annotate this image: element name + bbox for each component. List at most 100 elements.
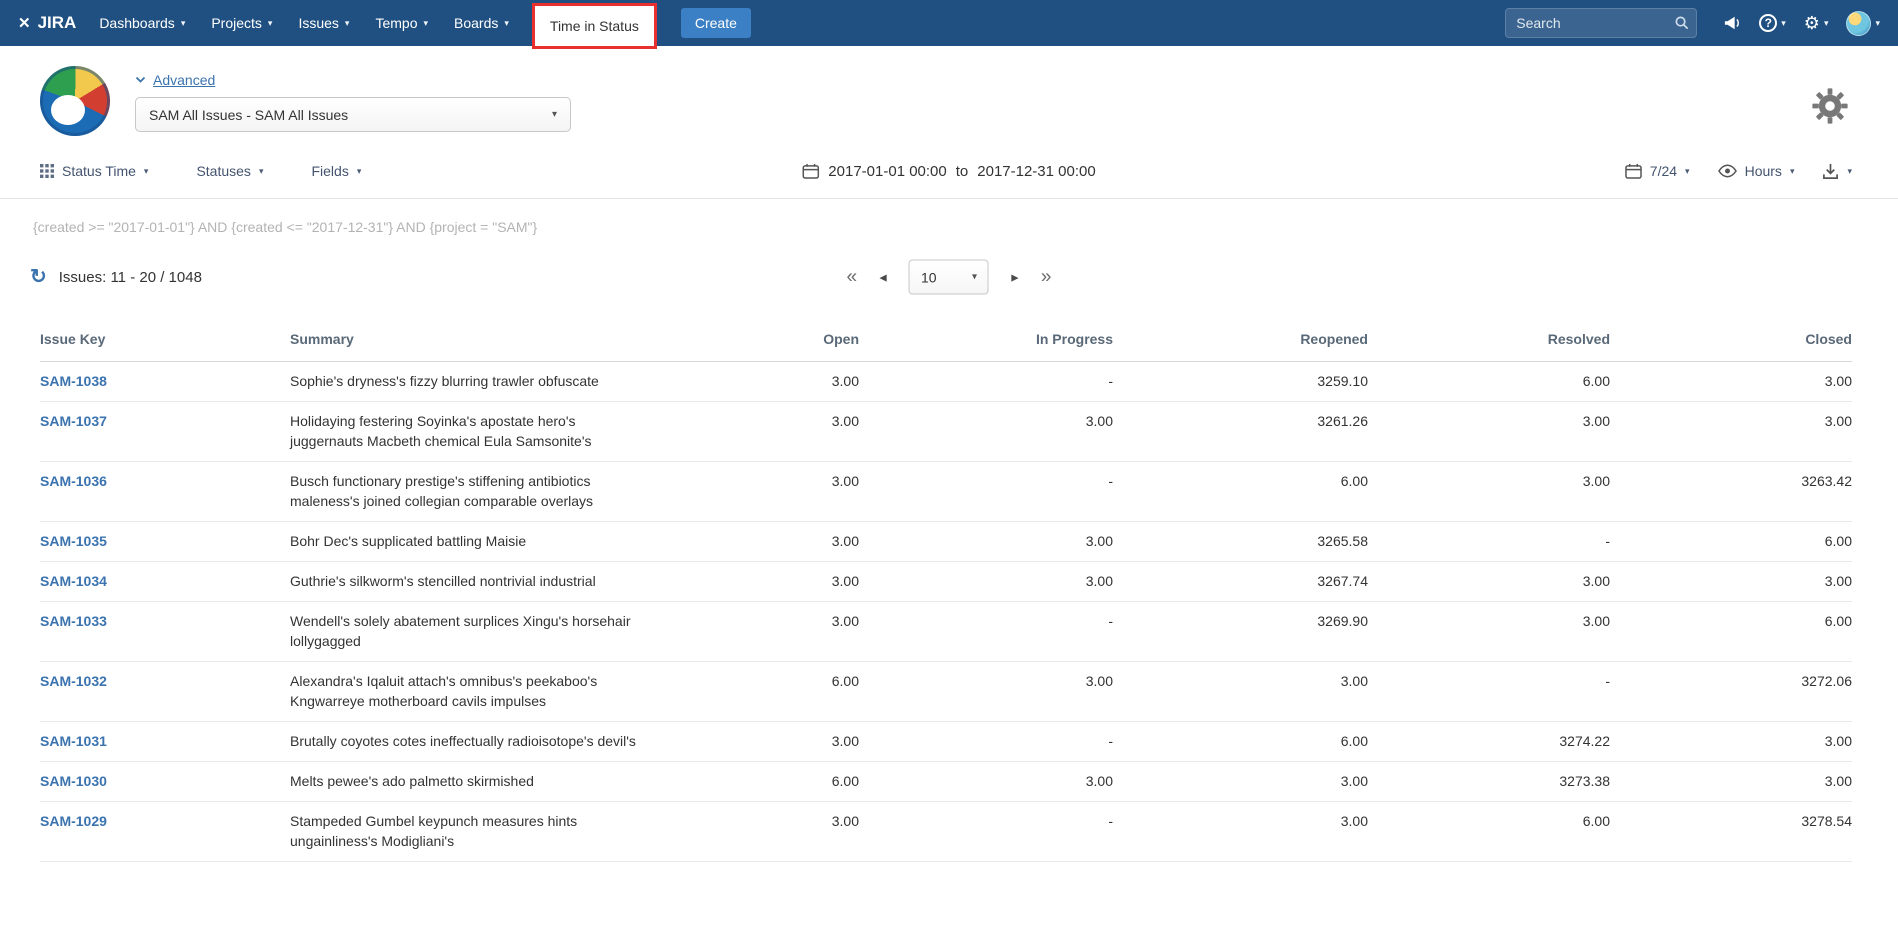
nav-issues[interactable]: Issues▾: [285, 0, 362, 46]
cell-reopened: 3.00: [1113, 662, 1368, 722]
table-row: SAM-1029 Stampeded Gumbel keypunch measu…: [40, 802, 1852, 862]
chevron-down-icon: ▾: [1847, 166, 1852, 177]
admin-menu[interactable]: ⚙ ▾: [1804, 13, 1829, 34]
filter-select[interactable]: SAM All Issues - SAM All Issues ▾: [135, 97, 571, 132]
cell-open: 3.00: [710, 802, 859, 862]
page-size-value: 10: [921, 269, 937, 285]
cell-in-progress: -: [859, 362, 1113, 402]
chevron-down-icon: ▾: [357, 166, 362, 177]
cell-closed: 3.00: [1610, 362, 1852, 402]
date-range[interactable]: 2017-01-01 00:00 to 2017-12-31 00:00: [802, 163, 1095, 180]
settings-gear-icon[interactable]: [1810, 86, 1850, 131]
nav-time-in-status[interactable]: Time in Status: [535, 6, 654, 46]
filter-header: Advanced SAM All Issues - SAM All Issues…: [0, 46, 1898, 144]
jql-query: {created >= "2017-01-01"} AND {created <…: [0, 199, 1898, 235]
page-size-select[interactable]: 10 ▾: [909, 260, 989, 295]
table-row: SAM-1036 Busch functionary prestige's st…: [40, 462, 1852, 522]
cell-reopened: 3265.58: [1113, 522, 1368, 562]
cell-closed: 3.00: [1610, 402, 1852, 462]
nav-tempo[interactable]: Tempo▾: [362, 0, 441, 46]
cell-closed: 3272.06: [1610, 662, 1852, 722]
chevron-down-icon: ▾: [259, 166, 264, 177]
issues-table-body: SAM-1038 Sophie's dryness's fizzy blurri…: [40, 362, 1852, 862]
cell-reopened: 3267.74: [1113, 562, 1368, 602]
cell-resolved: 3.00: [1368, 462, 1610, 522]
avatar: [1846, 11, 1871, 36]
issue-key-link[interactable]: SAM-1034: [40, 573, 107, 589]
jira-logo[interactable]: ✕ JIRA: [18, 13, 76, 33]
export-dropdown[interactable]: ▾: [1822, 163, 1852, 180]
jira-logo-icon: ✕: [18, 16, 31, 31]
cell-open: 3.00: [710, 402, 859, 462]
fields-dropdown[interactable]: Fields ▾: [311, 163, 361, 179]
issue-key-link[interactable]: SAM-1029: [40, 813, 107, 829]
table-row: SAM-1033 Wendell's solely abatement surp…: [40, 602, 1852, 662]
nav-boards-label: Boards: [454, 15, 498, 31]
calendar-mode-label: 7/24: [1650, 163, 1677, 179]
issue-key-link[interactable]: SAM-1038: [40, 373, 107, 389]
calendar-mode-dropdown[interactable]: 7/24 ▾: [1625, 163, 1690, 179]
last-page-button[interactable]: »: [1041, 268, 1052, 287]
chevron-down-icon: ▾: [268, 18, 273, 29]
issue-summary: Stampeded Gumbel keypunch measures hints…: [290, 802, 710, 862]
chevron-down-icon: ▾: [552, 109, 557, 120]
column-header-in-progress: In Progress: [859, 321, 1113, 362]
next-page-button[interactable]: ►: [1009, 271, 1021, 283]
help-menu[interactable]: ? ▾: [1759, 14, 1786, 32]
nav-dashboards-label: Dashboards: [99, 15, 175, 31]
issue-key-link[interactable]: SAM-1037: [40, 413, 107, 429]
calendar-icon: [1625, 163, 1642, 179]
search-icon[interactable]: [1674, 15, 1689, 35]
eye-icon: [1718, 164, 1737, 178]
page: ✕ JIRA Dashboards▾ Projects▾ Issues▾ Tem…: [0, 0, 1898, 862]
filter-select-value: SAM All Issues - SAM All Issues: [149, 107, 348, 123]
prev-page-button[interactable]: ◄: [877, 271, 889, 283]
cell-open: 3.00: [710, 362, 859, 402]
issue-summary: Busch functionary prestige's stiffening …: [290, 462, 710, 522]
app-logo: [40, 66, 110, 136]
first-page-button[interactable]: «: [847, 268, 858, 287]
table-row: SAM-1032 Alexandra's Iqaluit attach's om…: [40, 662, 1852, 722]
issue-summary: Bohr Dec's supplicated battling Maisie: [290, 522, 710, 562]
advanced-link[interactable]: Advanced: [135, 72, 571, 88]
refresh-icon[interactable]: ↻: [30, 267, 47, 287]
cell-resolved: 3.00: [1368, 562, 1610, 602]
nav-projects[interactable]: Projects▾: [198, 0, 285, 46]
column-header-summary: Summary: [290, 321, 710, 362]
cell-closed: 6.00: [1610, 522, 1852, 562]
table-row: SAM-1031 Brutally coyotes cotes ineffect…: [40, 722, 1852, 762]
issue-key-link[interactable]: SAM-1035: [40, 533, 107, 549]
cell-resolved: 3.00: [1368, 602, 1610, 662]
megaphone-icon[interactable]: [1723, 15, 1741, 31]
issue-key-link[interactable]: SAM-1032: [40, 673, 107, 689]
nav-boards[interactable]: Boards▾: [441, 0, 522, 46]
table-row: SAM-1038 Sophie's dryness's fizzy blurri…: [40, 362, 1852, 402]
chevron-down-icon: ▾: [1781, 18, 1786, 29]
cell-closed: 6.00: [1610, 602, 1852, 662]
cell-in-progress: 3.00: [859, 762, 1113, 802]
issue-key-link[interactable]: SAM-1030: [40, 773, 107, 789]
chevron-down-icon: ▾: [144, 166, 149, 177]
issue-key-link[interactable]: SAM-1033: [40, 613, 107, 629]
issue-key-link[interactable]: SAM-1031: [40, 733, 107, 749]
issue-key-link[interactable]: SAM-1036: [40, 473, 107, 489]
user-menu[interactable]: ▾: [1846, 11, 1880, 36]
grid-icon: [40, 164, 54, 178]
cell-resolved: 6.00: [1368, 362, 1610, 402]
statuses-dropdown[interactable]: Statuses ▾: [196, 163, 263, 179]
chevron-down-icon: ▾: [1875, 18, 1880, 29]
chevron-down-icon: ▾: [1790, 166, 1795, 177]
nav-dashboards[interactable]: Dashboards▾: [86, 0, 198, 46]
chevron-down-icon: ▾: [1824, 18, 1829, 29]
annotation-highlight: Time in Status: [532, 3, 657, 49]
help-icon: ?: [1759, 14, 1777, 32]
table-row: SAM-1034 Guthrie's silkworm's stencilled…: [40, 562, 1852, 602]
search-input[interactable]: [1505, 8, 1697, 38]
status-time-dropdown[interactable]: Status Time ▾: [40, 163, 148, 179]
chevron-down-icon: [135, 76, 146, 84]
table-row: SAM-1030 Melts pewee's ado palmetto skir…: [40, 762, 1852, 802]
cell-reopened: 3269.90: [1113, 602, 1368, 662]
nav-issues-label: Issues: [298, 15, 338, 31]
create-button[interactable]: Create: [681, 8, 751, 38]
unit-dropdown[interactable]: Hours ▾: [1718, 163, 1795, 179]
